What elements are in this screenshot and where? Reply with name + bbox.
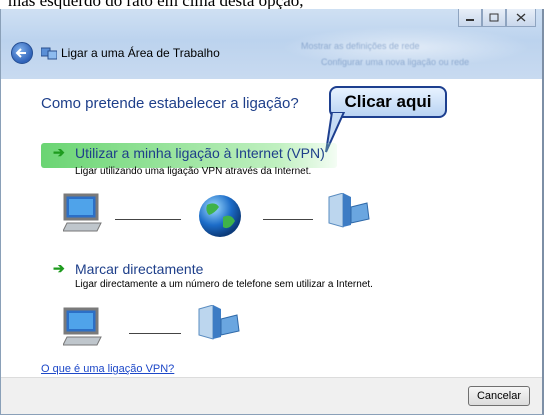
close-button[interactable] [506, 9, 536, 27]
minimize-button[interactable] [458, 9, 482, 27]
minimize-icon [466, 18, 474, 21]
blurred-background-text: Mostrar as definições de rede [301, 41, 420, 51]
back-arrow-icon [15, 48, 26, 58]
blurred-background-text: Configurar uma nova ligação ou rede [321, 57, 470, 67]
vpn-help-link[interactable]: O que é uma ligação VPN? [41, 363, 174, 375]
option-vpn-link[interactable]: Utilizar a minha ligação à Internet (VPN… [75, 145, 325, 161]
cancel-button[interactable]: Cancelar [468, 386, 530, 406]
connection-line [129, 333, 181, 334]
network-icon [41, 47, 57, 60]
option-dial-description: Ligar directamente a um número de telefo… [75, 279, 373, 290]
title-bar: Mostrar as definições de rede Configurar… [1, 9, 542, 79]
dialog-footer: Cancelar [1, 377, 542, 414]
server-icon [328, 193, 370, 228]
close-icon [516, 13, 526, 22]
maximize-button[interactable] [482, 9, 506, 27]
option-dial-link[interactable]: Marcar directamente [75, 261, 203, 277]
computer-icon [63, 193, 102, 232]
computer-icon [63, 307, 102, 346]
option-vpn-description: Ligar utilizando uma ligação VPN através… [75, 166, 312, 177]
maximize-icon [489, 13, 499, 22]
green-arrow-icon: ➔ [53, 144, 65, 160]
globe-icon [199, 195, 241, 237]
connection-line [115, 219, 181, 220]
connect-workplace-dialog: Mostrar as definições de rede Configurar… [0, 9, 544, 415]
window-controls [458, 9, 536, 27]
server-icon [198, 305, 240, 340]
back-button[interactable] [11, 42, 33, 64]
green-arrow-icon: ➔ [53, 260, 65, 276]
window-title: Ligar a uma Área de Trabalho [61, 46, 220, 60]
connection-line [263, 219, 313, 220]
page-heading: Como pretende estabelecer a ligação? [41, 95, 299, 112]
